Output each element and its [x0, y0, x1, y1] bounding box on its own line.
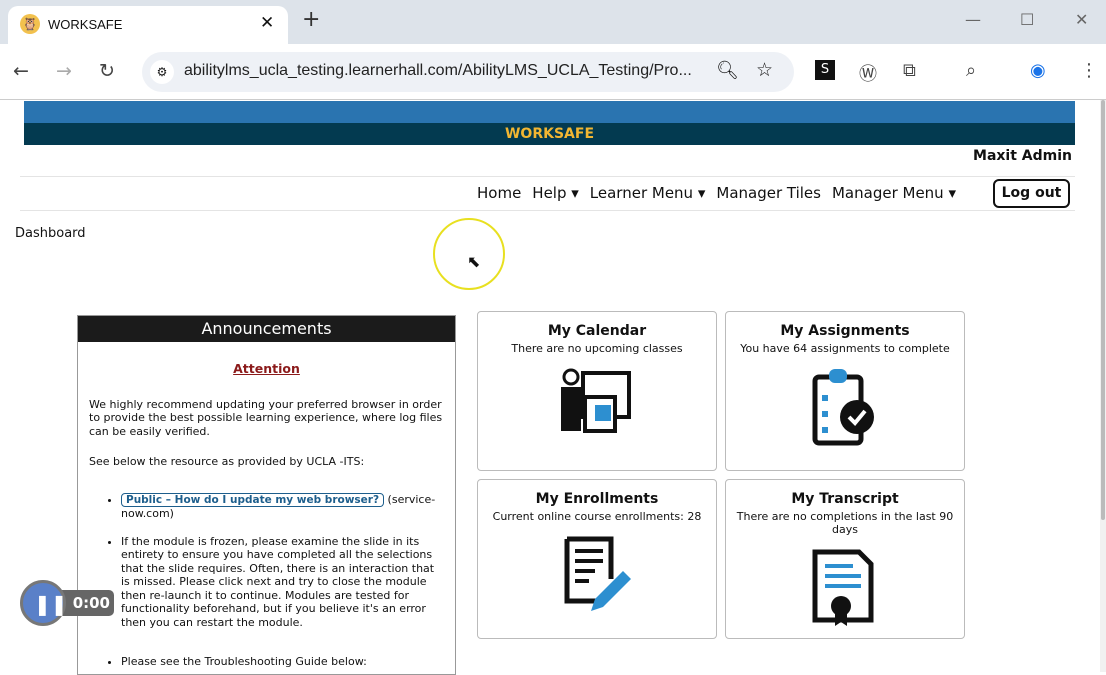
pause-recording-button[interactable]: ❚❚	[20, 580, 68, 626]
document-edit-icon	[564, 536, 631, 611]
address-bar-row: ← → ↻ ⚙ abilitylms_ucla_testing.learnerh…	[0, 44, 1106, 100]
extension-icon[interactable]: S	[815, 60, 835, 80]
recording-widget: 0:00 ❚❚	[20, 580, 115, 626]
announcement-text: See below the resource as provided by UC…	[89, 455, 365, 468]
nav-manager-tiles[interactable]: Manager Tiles	[716, 184, 821, 202]
tile-subtitle: Current online course enrollments: 28	[492, 510, 702, 523]
address-bar[interactable]: ⚙ abilitylms_ucla_testing.learnerhall.co…	[142, 52, 794, 92]
tab-title: WORKSAFE	[48, 17, 123, 32]
tile-title: My Calendar	[547, 323, 647, 339]
extension-w-icon[interactable]: Ⓦ	[859, 60, 877, 86]
url-text[interactable]: abilitylms_ucla_testing.learnerhall.com/…	[184, 62, 692, 80]
owl-favicon-icon: 🦉	[20, 14, 40, 34]
recording-timer: 0:00	[62, 590, 114, 616]
close-window-icon[interactable]: ✕	[1075, 10, 1088, 29]
close-tab-icon[interactable]: ✕	[260, 13, 274, 33]
clipboard-check-icon	[812, 369, 874, 446]
pause-icon: ❚❚	[34, 592, 68, 616]
site-settings-icon[interactable]: ⚙	[150, 60, 174, 84]
forward-icon[interactable]: →	[56, 60, 72, 82]
minimize-icon[interactable]: —	[965, 10, 981, 29]
nav-help[interactable]: Help ▾	[532, 184, 579, 202]
nav-home[interactable]: Home	[477, 184, 521, 202]
menu-icon[interactable]: ⋮	[1080, 60, 1098, 81]
reload-icon[interactable]: ↻	[99, 60, 115, 82]
attention-heading: Attention	[233, 361, 300, 376]
user-name: Maxit Admin	[973, 148, 1072, 164]
extensions-puzzle-icon[interactable]: ⧉	[903, 60, 916, 81]
list-item: If the module is frozen, please examine …	[121, 535, 444, 630]
tile-title: My Enrollments	[535, 491, 659, 507]
tile-subtitle: There are no completions in the last 90 …	[736, 510, 954, 536]
announcement-text: We highly recommend updating your prefer…	[89, 397, 443, 438]
calendar-person-icon	[561, 368, 631, 433]
announcements-title: Announcements	[78, 316, 455, 342]
nav-learner-menu[interactable]: Learner Menu ▾	[590, 184, 706, 202]
brand-title: WORKSAFE	[24, 123, 1075, 145]
new-tab-icon[interactable]: +	[302, 7, 320, 32]
nav-manager-menu[interactable]: Manager Menu ▾	[832, 184, 956, 202]
tile-my-transcript[interactable]: My Transcript There are no completions i…	[725, 479, 965, 639]
tile-title: My Assignments	[780, 323, 910, 339]
certificate-icon	[812, 549, 874, 626]
main-nav: Home Help ▾ Learner Menu ▾ Manager Tiles…	[477, 184, 956, 202]
browser-update-link[interactable]: Public – How do I update my web browser?	[121, 492, 385, 507]
zoom-icon[interactable]: 🔍︎	[716, 60, 739, 81]
profile-icon[interactable]: ◉	[1030, 60, 1046, 81]
tab-bar: 🦉 WORKSAFE ✕ + — ☐ ✕	[0, 0, 1106, 44]
list-item: Please see the Troubleshooting Guide bel…	[121, 655, 444, 669]
tile-subtitle: You have 64 assignments to complete	[740, 342, 950, 355]
logout-button[interactable]: Log out	[993, 179, 1070, 208]
breadcrumb: Dashboard	[15, 226, 86, 241]
tab-search-icon[interactable]: ⌕	[966, 60, 976, 81]
divider	[20, 176, 1075, 177]
tile-my-assignments[interactable]: My Assignments You have 64 assignments t…	[725, 311, 965, 471]
tile-title: My Transcript	[791, 491, 899, 507]
mouse-cursor-icon: ⬉	[467, 252, 481, 271]
page-scrollbar[interactable]	[1100, 100, 1106, 672]
tile-my-calendar[interactable]: My Calendar There are no upcoming classe…	[477, 311, 717, 471]
tile-my-enrollments[interactable]: My Enrollments Current online course enr…	[477, 479, 717, 639]
divider	[20, 210, 1075, 211]
back-icon[interactable]: ←	[13, 60, 29, 82]
announcements-panel: Announcements Attention We highly recomm…	[77, 315, 456, 675]
bookmark-star-icon[interactable]: ☆	[756, 59, 773, 81]
maximize-icon[interactable]: ☐	[1020, 10, 1034, 29]
tile-subtitle: There are no upcoming classes	[511, 342, 683, 355]
browser-tab[interactable]: 🦉 WORKSAFE ✕	[8, 6, 288, 44]
header-band	[24, 101, 1075, 123]
list-item: Public – How do I update my web browser?…	[121, 492, 444, 521]
